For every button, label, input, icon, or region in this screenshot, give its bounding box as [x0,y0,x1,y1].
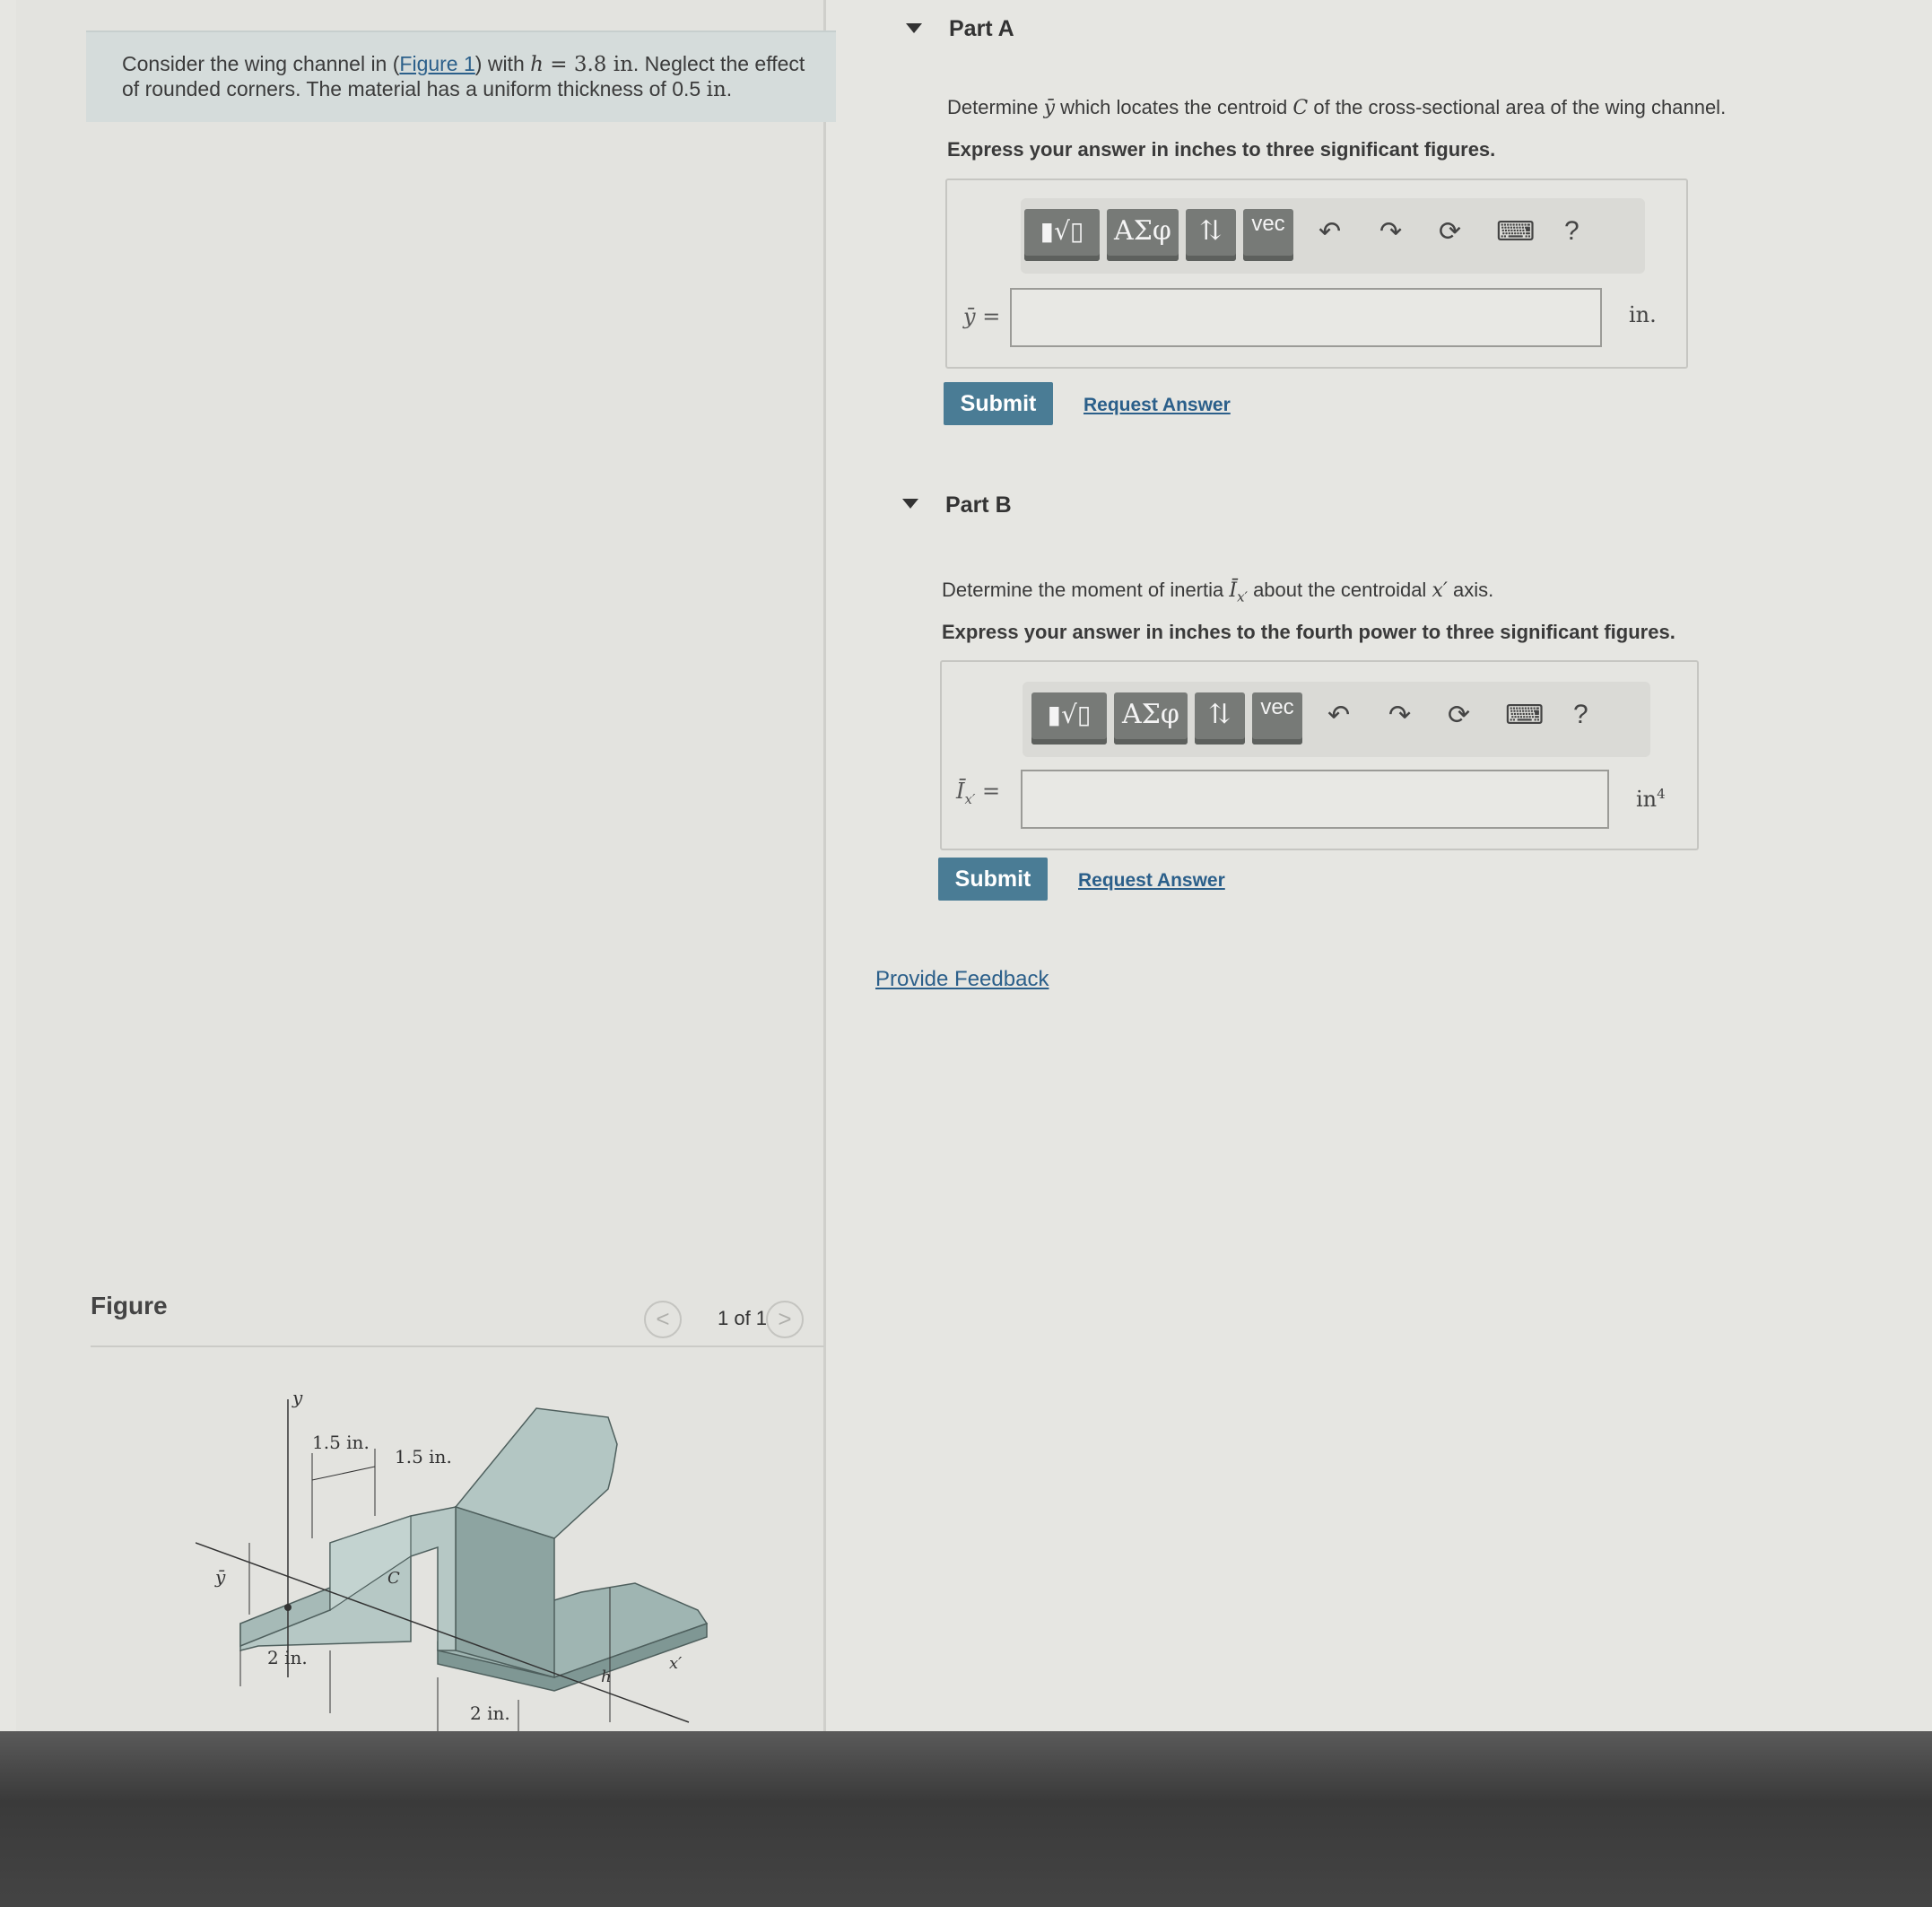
figure-link[interactable]: Figure 1 [399,52,474,75]
keyboard-icon[interactable]: ⌨ [1505,700,1544,731]
part-a-question-text-2: which locates the centroid [1055,96,1293,118]
templates-button[interactable]: ▮√▯ [1031,692,1107,745]
part-b-math-toolbar: ▮√▯ ΑΣφ ⇅ vec ↶ ↷ ⟳ ⌨ ? [1023,682,1650,757]
vec-button[interactable]: vec [1243,209,1293,261]
monitor-bezel [0,1731,1932,1907]
part-b-submit-button[interactable]: Submit [938,858,1048,901]
figure-page-count: 1 of 1 [718,1307,768,1329]
part-b-variable-sub: x′ [964,790,976,807]
question-pane: Part A Determine ȳ which locates the cen… [834,0,1932,1740]
h-variable: h [530,53,544,76]
wing-channel-figure: y ȳ C h x′ 1.5 in. 1.5 in. 2 in. 2 in. [196,1387,709,1758]
part-b-question-text-3: axis. [1447,579,1494,601]
arrows-button[interactable]: ⇅ [1195,692,1245,745]
dim-label-2-a: 2 in. [267,1647,308,1668]
part-a-answer-box: ▮√▯ ΑΣφ ⇅ vec ↶ ↷ ⟳ ⌨ ? ȳ = in. [945,179,1688,369]
h-value: = 3.8 in [543,53,633,76]
help-icon[interactable]: ? [1564,216,1580,247]
part-a-question-var2: C [1292,97,1309,119]
undo-icon[interactable]: ↶ [1327,700,1350,731]
part-b-question-var2: x′ [1432,579,1448,602]
figure-prev-button[interactable]: < [644,1301,682,1338]
part-b-unit-exponent: 4 [1657,786,1666,802]
ybar-label: ȳ [214,1566,226,1588]
undo-icon[interactable]: ↶ [1318,216,1341,248]
redo-icon[interactable]: ↷ [1379,216,1402,248]
part-b-question: Determine the moment of inertia Īx′ abou… [942,579,1493,605]
h-label: h [601,1668,612,1686]
help-icon[interactable]: ? [1573,700,1588,730]
part-a-question-text-3: of the cross-sectional area of the wing … [1308,96,1727,118]
keyboard-icon[interactable]: ⌨ [1496,216,1535,248]
part-a-math-toolbar: ▮√▯ ΑΣφ ⇅ vec ↶ ↷ ⟳ ⌨ ? [1021,198,1645,274]
part-a-title[interactable]: Part A [949,16,1014,42]
dim-label-2-b: 2 in. [470,1702,510,1724]
centroid-label: C [387,1569,400,1588]
part-b-answer-box: ▮√▯ ΑΣφ ⇅ vec ↶ ↷ ⟳ ⌨ ? Īx′ = in4 [940,660,1699,850]
dim-line-3 [311,1466,376,1481]
provide-feedback-link[interactable]: Provide Feedback [875,967,1049,992]
part-a-collapse-icon[interactable] [906,23,922,33]
part-b-title[interactable]: Part B [945,492,1012,518]
part-b-question-text-1: Determine the moment of inertia [942,579,1230,601]
greek-button[interactable]: ΑΣφ [1107,209,1179,261]
part-a-variable-label: ȳ = [963,304,1001,329]
vec-button[interactable]: vec [1252,692,1302,745]
part-b-question-text-2: about the centroidal [1247,579,1432,601]
part-a-question-text-1: Determine [947,96,1044,118]
part-b-question-sub: x′ [1237,588,1248,605]
reset-icon[interactable]: ⟳ [1448,700,1470,731]
part-b-question-var: Ī [1229,579,1238,602]
part-b-instruction: Express your answer in inches to the fou… [942,621,1675,643]
part-a-submit-button[interactable]: Submit [944,382,1053,425]
figure-next-button[interactable]: > [766,1301,804,1338]
dim-label-15-b: 1.5 in. [395,1446,452,1467]
part-a-instruction: Express your answer in inches to three s… [947,138,1496,161]
part-b-unit-base: in [1636,787,1658,812]
part-a-question-var: ȳ [1043,97,1056,119]
problem-statement: Consider the wing channel in (Figure 1) … [86,30,836,122]
figure-title: Figure [91,1292,168,1319]
part-b-variable-label: Īx′ = [956,779,1000,807]
dim-label-15-a: 1.5 in. [312,1432,370,1453]
redo-icon[interactable]: ↷ [1388,700,1411,731]
part-a-answer-input[interactable] [1010,288,1602,347]
x-prime-label: x′ [669,1654,682,1673]
reset-icon[interactable]: ⟳ [1439,216,1461,248]
templates-button[interactable]: ▮√▯ [1024,209,1100,261]
prompt-text-1: Consider the wing channel in ( [122,52,400,75]
part-a-question: Determine ȳ which locates the centroid C… [947,96,1726,119]
part-a-unit: in. [1629,302,1657,327]
part-b-unit: in4 [1636,786,1666,812]
greek-button[interactable]: ΑΣφ [1114,692,1188,745]
prompt-text-2: ) with [474,52,531,75]
figure-divider [91,1345,824,1347]
y-axis-label: y [292,1387,303,1408]
thickness-unit: in [706,78,727,101]
screen: Consider the wing channel in (Figure 1) … [0,0,1932,1758]
problem-pane: Consider the wing channel in (Figure 1) … [16,0,836,1758]
part-b-collapse-icon[interactable] [902,499,918,509]
prompt-text-4: . [726,77,733,100]
part-b-variable-eq: = [975,779,1001,804]
part-a-request-answer-link[interactable]: Request Answer [1083,395,1231,416]
arrows-button[interactable]: ⇅ [1186,209,1236,261]
part-b-answer-input[interactable] [1021,770,1609,829]
problem-text: Consider the wing channel in (Figure 1) … [122,52,822,102]
centroid-point [284,1604,292,1611]
part-b-request-answer-link[interactable]: Request Answer [1078,870,1225,892]
